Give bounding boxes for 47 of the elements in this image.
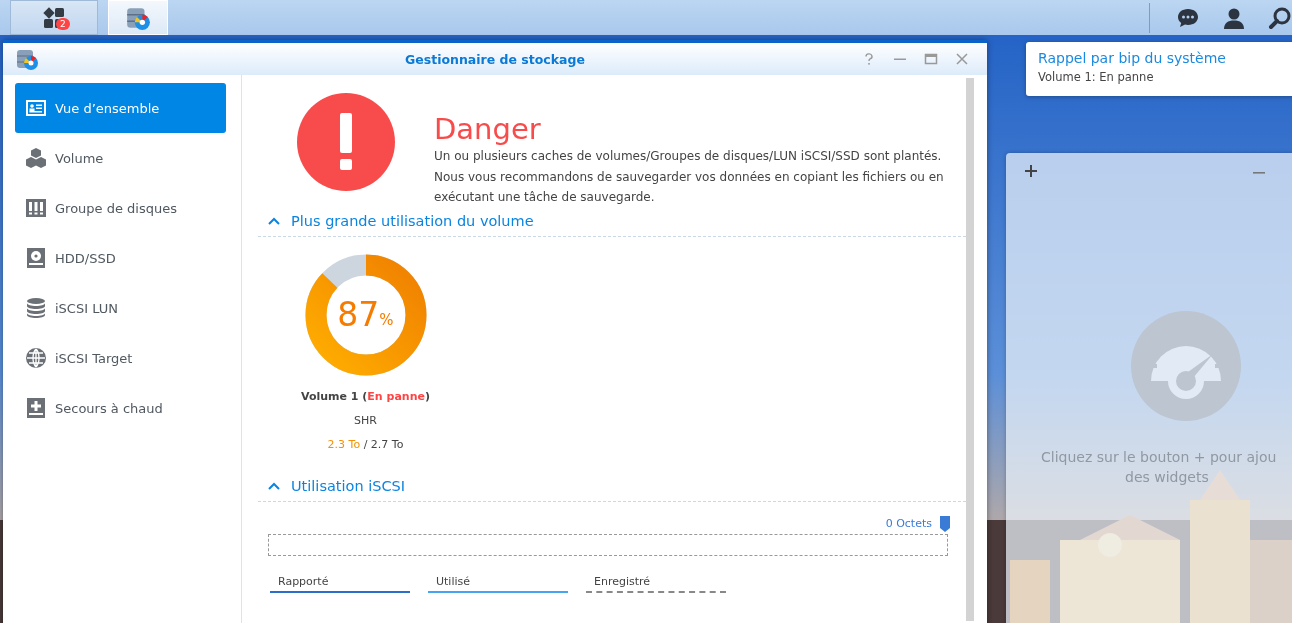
help-icon[interactable] [862, 52, 876, 66]
disk-drive-icon [25, 247, 47, 269]
storage-icon [15, 47, 39, 71]
database-icon [25, 297, 47, 319]
notification-badge: 2 [56, 17, 70, 30]
sidebar-item[interactable]: iSCSI Target [15, 333, 226, 383]
volume-name: Volume 1 (En panne) [301, 389, 430, 403]
legend-item: Utilisé [428, 574, 568, 593]
hint-text: des widgets [1125, 468, 1209, 487]
add-icon[interactable] [1024, 164, 1038, 178]
sidebar-item[interactable]: Volume [15, 133, 226, 183]
disk-rack-icon [25, 197, 47, 219]
sidebar-item[interactable]: Vue d’ensemble [15, 83, 226, 133]
plus-drive-icon [25, 397, 47, 419]
search-icon[interactable] [1268, 5, 1292, 30]
status-title: Danger [434, 113, 542, 145]
globe-icon [25, 347, 47, 369]
chevron-up-icon [268, 216, 280, 225]
marker-icon [940, 515, 950, 532]
close-icon[interactable] [955, 52, 969, 66]
cubes-icon [25, 147, 47, 169]
window-title: Gestionnaire de stockage [405, 51, 585, 67]
capacity-text: 2.3 To / 2.7 To [327, 437, 404, 451]
storage-manager-button[interactable] [108, 0, 168, 35]
chevron-up-icon [268, 481, 280, 490]
section-header[interactable]: Utilisation iSCSI [258, 472, 966, 502]
percent-sign: % [379, 310, 394, 329]
section-header[interactable]: Plus grande utilisation du volume [258, 207, 966, 237]
raid-type: SHR [354, 413, 377, 427]
sidebar-item[interactable]: Secours à chaud [15, 383, 226, 433]
usage-percent: 87 [337, 295, 380, 334]
legend-item: Enregistré [586, 574, 726, 593]
scrollbar[interactable] [966, 78, 974, 621]
notification-message: Volume 1: En panne [1038, 70, 1155, 84]
notification[interactable]: Rappel par bip du système Volume 1: En panne [1026, 42, 1292, 96]
notification-title: Rappel par bip du système [1038, 50, 1227, 66]
sidebar-item[interactable]: Groupe de disques [15, 183, 226, 233]
alert-icon [297, 93, 395, 191]
hint-text: Cliquez sur le bouton + pour ajou [1041, 448, 1277, 467]
sidebar-item[interactable]: HDD/SSD [15, 233, 226, 283]
sidebar-item[interactable]: iSCSI LUN [15, 283, 226, 333]
id-card-icon [25, 97, 47, 119]
maximize-icon[interactable] [924, 52, 938, 66]
status-message: Un ou plusieurs caches de volumes/Groupes de disques/LUN iSCSI/SSD sont plantés. Nous vous recommandons de sauvegarder vos données en copiant les fichiers ou en exécutant une tâche de sauvegarde. [434, 148, 945, 206]
legend-item: Rapporté [270, 574, 410, 593]
gauge-icon [1131, 311, 1241, 421]
total-label: 0 Octets [885, 517, 932, 530]
